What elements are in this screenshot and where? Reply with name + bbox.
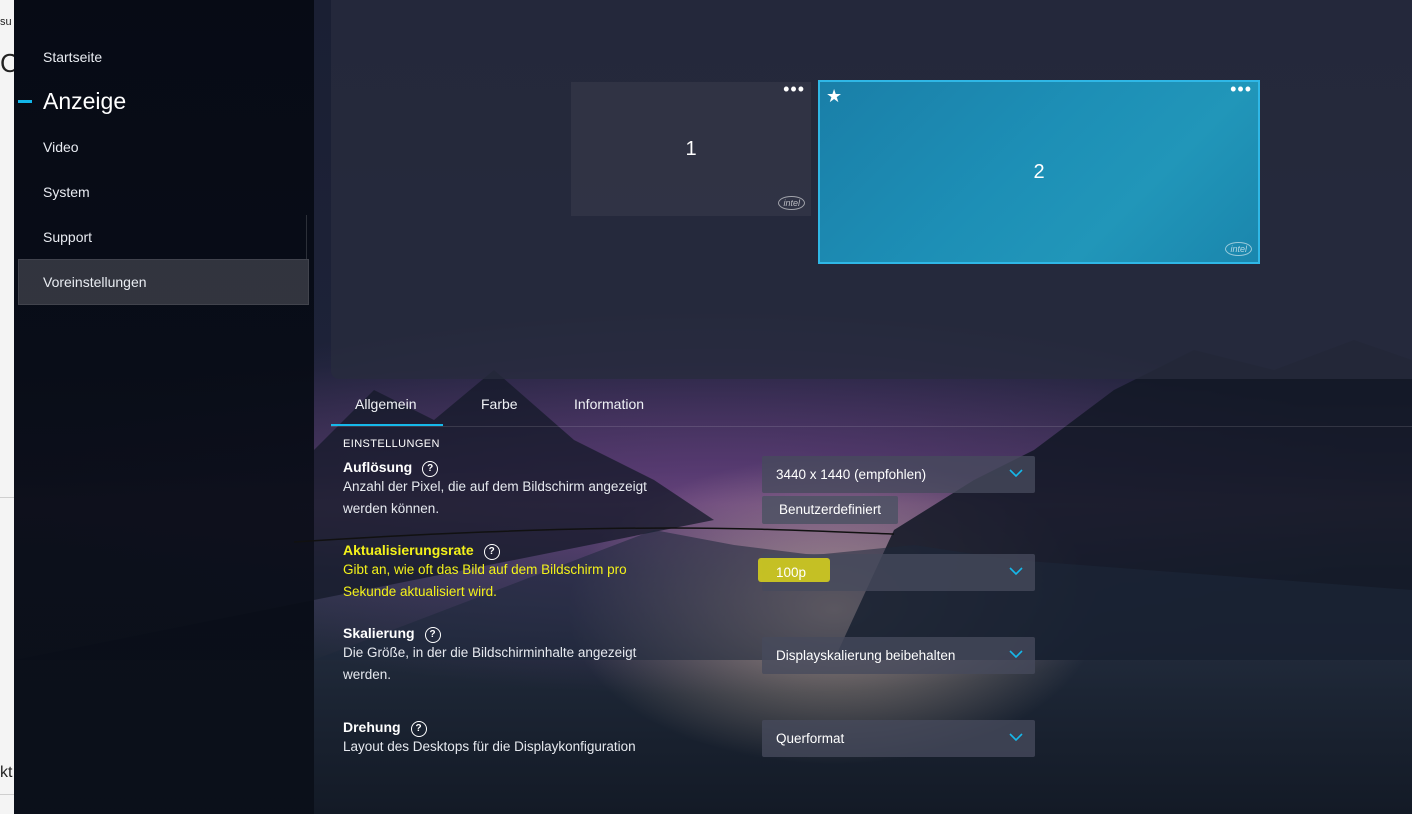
active-indicator [18, 100, 32, 103]
chevron-down-icon [1009, 733, 1023, 742]
more-options-icon[interactable]: ••• [783, 80, 805, 98]
rotation-dropdown[interactable]: Querformat [762, 720, 1035, 757]
refresh-rate-label: Aktualisierungsrate [343, 542, 474, 558]
tab-information[interactable]: Information [574, 396, 644, 412]
refresh-rate-dropdown[interactable]: 100p [758, 554, 1035, 591]
rotation-title: Drehung? [343, 719, 427, 737]
display-number: 1 [685, 137, 697, 160]
rotation-label: Drehung [343, 719, 401, 735]
tab-allgemein[interactable]: Allgemein [355, 396, 416, 412]
scaling-dropdown[interactable]: Displayskalierung beibehalten [762, 637, 1035, 674]
screen-root: su C kt Startseite Anzeige Video System … [0, 0, 1412, 814]
sidebar-item-startseite[interactable]: Startseite [43, 49, 102, 65]
background-divider [0, 497, 14, 498]
scaling-title: Skalierung? [343, 625, 441, 643]
sidebar-item-anzeige[interactable]: Anzeige [43, 88, 126, 115]
resolution-label: Auflösung [343, 459, 413, 475]
display-arrangement: 1 ••• intel ★ 2 ••• intel [331, 0, 1412, 379]
refresh-rate-description: Gibt an, wie oft das Bild auf dem Bildsc… [343, 562, 627, 599]
display-number: 2 [1033, 160, 1045, 183]
help-icon[interactable]: ? [422, 461, 439, 477]
tab-bar: Allgemein Farbe Information [331, 380, 1412, 427]
intel-logo-icon: intel [1225, 242, 1252, 256]
tab-farbe[interactable]: Farbe [481, 396, 518, 412]
rotation-value: Querformat [776, 731, 845, 746]
sidebar-item-support[interactable]: Support [43, 229, 92, 245]
scaling-label: Skalierung [343, 625, 415, 641]
tab-divider [331, 426, 1412, 427]
help-icon[interactable]: ? [483, 544, 500, 560]
sidebar-item-video[interactable]: Video [43, 139, 79, 155]
refresh-rate-title: Aktualisierungsrate? [343, 542, 500, 560]
resolution-dropdown[interactable]: 3440 x 1440 (empfohlen) [762, 456, 1035, 493]
background-window-edge: su C kt [0, 0, 19, 814]
chevron-down-icon [1009, 469, 1023, 478]
intel-logo-icon: intel [778, 196, 805, 210]
help-icon[interactable]: ? [424, 627, 441, 643]
refresh-rate-value: 100p [776, 565, 807, 580]
star-icon: ★ [826, 86, 843, 106]
sidebar-divider [306, 215, 307, 259]
resolution-value: 3440 x 1440 (empfohlen) [776, 467, 927, 482]
intel-graphics-command-center: Startseite Anzeige Video System Support … [14, 0, 1412, 814]
chevron-down-icon [1009, 567, 1023, 576]
sidebar-item-system[interactable]: System [43, 184, 90, 200]
rotation-description: Layout des Desktops für die Displaykonfi… [343, 739, 636, 754]
display-1[interactable]: 1 ••• intel [571, 80, 811, 216]
sidebar: Startseite Anzeige Video System Support … [14, 0, 314, 814]
help-icon[interactable]: ? [410, 721, 427, 737]
scaling-description: Die Größe, in der die Bildschirminhalte … [343, 645, 637, 682]
resolution-title: Auflösung? [343, 459, 439, 477]
section-title: EINSTELLUNGEN [343, 438, 440, 450]
chevron-down-icon [1009, 650, 1023, 659]
background-divider [0, 794, 14, 795]
scaling-value: Displayskalierung beibehalten [776, 648, 956, 663]
resolution-description: Anzahl der Pixel, die auf dem Bildschirm… [343, 479, 647, 516]
more-options-icon[interactable]: ••• [1230, 80, 1252, 98]
display-2[interactable]: ★ 2 ••• intel [818, 80, 1260, 264]
sidebar-item-voreinstellungen[interactable]: Voreinstellungen [43, 274, 147, 290]
background-text-fragment: su [0, 16, 12, 28]
background-text-fragment: kt [0, 764, 13, 781]
